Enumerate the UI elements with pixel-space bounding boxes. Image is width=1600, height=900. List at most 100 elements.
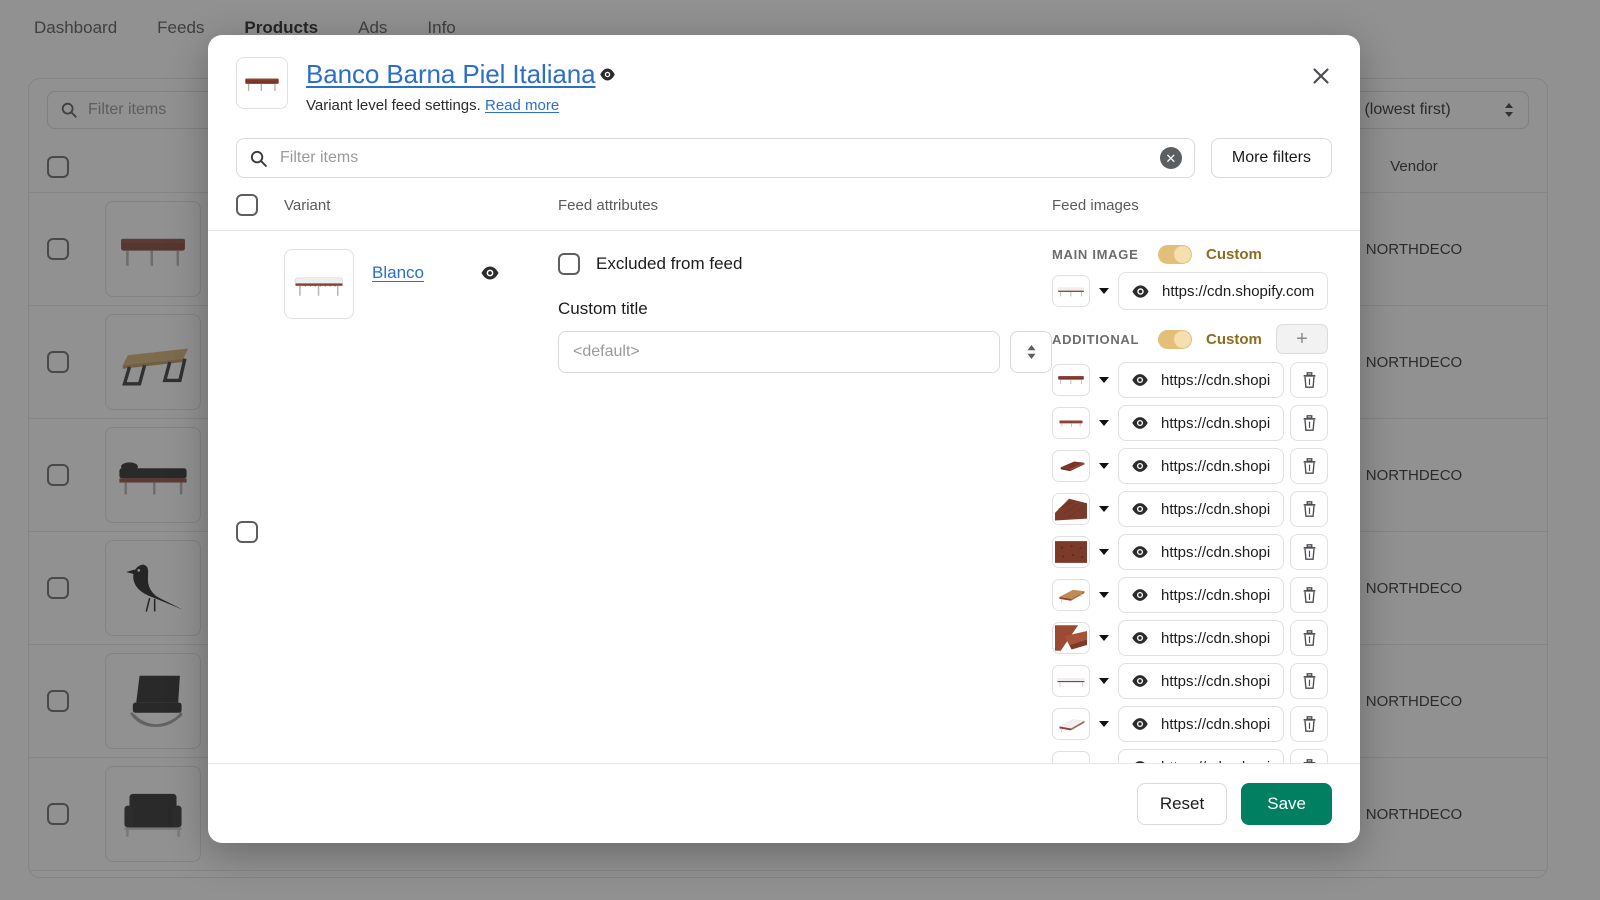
eye-icon[interactable] bbox=[1131, 715, 1149, 733]
delete-image-button[interactable] bbox=[1290, 491, 1328, 527]
additional-image-dropdown-caret[interactable] bbox=[1096, 419, 1112, 427]
main-image-custom-toggle[interactable] bbox=[1158, 245, 1192, 264]
chevron-down-icon bbox=[1099, 721, 1109, 727]
additional-image-dropdown-caret[interactable] bbox=[1096, 677, 1112, 685]
eye-icon[interactable] bbox=[1131, 758, 1149, 763]
additional-image-url-text: https://cdn.shopi bbox=[1161, 629, 1271, 647]
additional-image-dropdown-caret[interactable] bbox=[1096, 548, 1112, 556]
delete-image-button[interactable] bbox=[1290, 577, 1328, 613]
delete-image-button[interactable] bbox=[1290, 534, 1328, 570]
filter-items-input[interactable]: Filter items ✕ bbox=[236, 138, 1195, 178]
delete-image-button[interactable] bbox=[1290, 362, 1328, 398]
more-filters-button[interactable]: More filters bbox=[1210, 138, 1332, 178]
main-image-section-header: MAIN IMAGE Custom bbox=[1052, 245, 1328, 264]
delete-image-button[interactable] bbox=[1290, 448, 1328, 484]
chevron-down-icon bbox=[1099, 592, 1109, 598]
additional-image-thumbnail bbox=[1052, 407, 1090, 439]
additional-image-row: https://cdn.shopi bbox=[1052, 448, 1328, 484]
additional-image-row: https://cdn.shopi bbox=[1052, 534, 1328, 570]
eye-icon[interactable] bbox=[1131, 672, 1149, 690]
eye-icon[interactable] bbox=[1131, 586, 1149, 604]
add-image-button[interactable]: + bbox=[1276, 324, 1328, 354]
clear-filter-icon[interactable]: ✕ bbox=[1159, 147, 1182, 169]
additional-image-url-input[interactable]: https://cdn.shopi bbox=[1118, 491, 1284, 527]
main-image-url-input[interactable]: https://cdn.shopify.com bbox=[1118, 272, 1328, 310]
additional-image-url-text: https://cdn.shopi bbox=[1161, 414, 1271, 432]
additional-image-row: https://cdn.shopi bbox=[1052, 663, 1328, 699]
bench-white-angled-icon bbox=[1058, 719, 1085, 733]
trash-icon bbox=[1303, 372, 1315, 388]
excluded-from-feed-label: Excluded from feed bbox=[596, 254, 743, 273]
trash-icon bbox=[1303, 544, 1315, 560]
additional-image-url-input[interactable]: https://cdn.shopi bbox=[1118, 706, 1284, 742]
delete-image-button[interactable] bbox=[1290, 749, 1328, 763]
delete-image-button[interactable] bbox=[1290, 663, 1328, 699]
additional-image-thumbnail bbox=[1052, 536, 1090, 568]
eye-icon[interactable] bbox=[1131, 629, 1149, 647]
additional-image-row: https://cdn.shopi bbox=[1052, 577, 1328, 613]
additional-image-dropdown-caret[interactable] bbox=[1096, 462, 1112, 470]
variant-cell: Blanco bbox=[284, 231, 558, 763]
additional-image-row: https://cdn.shopi bbox=[1052, 749, 1328, 763]
main-image-toggle-label: Custom bbox=[1206, 246, 1262, 263]
additional-image-url-input[interactable]: https://cdn.shopi bbox=[1118, 405, 1284, 441]
additional-image-url-text: https://cdn.shopi bbox=[1161, 672, 1271, 690]
feed-images-cell[interactable]: MAIN IMAGE Custom https://cdn.shopify.co… bbox=[1052, 231, 1332, 763]
main-image-dropdown-caret[interactable] bbox=[1096, 287, 1112, 295]
delete-image-button[interactable] bbox=[1290, 405, 1328, 441]
variant-row-checkbox[interactable] bbox=[236, 521, 258, 543]
additional-image-url-input[interactable]: https://cdn.shopi bbox=[1118, 362, 1284, 398]
additional-image-row: https://cdn.shopi bbox=[1052, 405, 1328, 441]
additional-images-section-header: ADDITIONAL Custom + bbox=[1052, 324, 1328, 354]
additional-image-url-text: https://cdn.shopi bbox=[1161, 715, 1271, 733]
eye-icon[interactable] bbox=[1131, 543, 1149, 561]
variant-preview-eye-icon[interactable] bbox=[480, 249, 500, 288]
select-all-checkbox[interactable] bbox=[236, 194, 258, 216]
eye-icon[interactable] bbox=[1131, 457, 1149, 475]
reset-button[interactable]: Reset bbox=[1136, 782, 1228, 825]
delete-image-button[interactable] bbox=[1290, 706, 1328, 742]
additional-image-dropdown-caret[interactable] bbox=[1096, 376, 1112, 384]
additional-image-url-input[interactable]: https://cdn.shopi bbox=[1118, 663, 1284, 699]
save-button[interactable]: Save bbox=[1241, 782, 1332, 825]
variant-row-check-cell bbox=[236, 231, 284, 763]
variant-name-link[interactable]: Blanco bbox=[372, 249, 424, 283]
additional-image-url-input[interactable]: https://cdn.shopi bbox=[1118, 534, 1284, 570]
custom-title-input[interactable]: <default> bbox=[558, 331, 1000, 373]
search-icon bbox=[250, 150, 267, 167]
close-button[interactable] bbox=[1304, 59, 1338, 93]
eye-icon[interactable] bbox=[1131, 371, 1149, 389]
column-header-variant: Variant bbox=[284, 196, 331, 214]
read-more-link[interactable]: Read more bbox=[485, 97, 559, 114]
additional-image-dropdown-caret[interactable] bbox=[1096, 634, 1112, 642]
trash-icon bbox=[1303, 716, 1315, 732]
additional-image-url-text: https://cdn.shopi bbox=[1161, 543, 1271, 561]
chevron-down-icon bbox=[1099, 635, 1109, 641]
additional-image-url-input[interactable]: https://cdn.shopi bbox=[1118, 577, 1284, 613]
chevron-down-icon bbox=[1099, 506, 1109, 512]
leather-tufted-icon bbox=[1055, 541, 1087, 563]
additional-image-dropdown-caret[interactable] bbox=[1096, 505, 1112, 513]
chevron-down-icon bbox=[1099, 463, 1109, 469]
bench-white-icon bbox=[295, 277, 343, 296]
eye-icon[interactable] bbox=[1131, 414, 1149, 432]
additional-images-custom-toggle[interactable] bbox=[1158, 329, 1192, 349]
additional-image-url-input[interactable]: https://cdn.shopi bbox=[1118, 620, 1284, 656]
excluded-from-feed-checkbox[interactable] bbox=[558, 253, 580, 275]
additional-image-dropdown-caret[interactable] bbox=[1096, 591, 1112, 599]
custom-title-select-stepper[interactable] bbox=[1010, 331, 1052, 373]
delete-image-button[interactable] bbox=[1290, 620, 1328, 656]
bench-light-angled-icon bbox=[1059, 589, 1085, 603]
page-title[interactable]: Banco Barna Piel Italiana bbox=[306, 59, 596, 90]
eye-icon[interactable] bbox=[1131, 282, 1150, 301]
chevron-down-icon bbox=[1099, 288, 1109, 294]
eye-icon[interactable] bbox=[1131, 500, 1149, 518]
preview-eye-icon[interactable] bbox=[599, 66, 616, 83]
bench-white-icon bbox=[1058, 287, 1084, 297]
additional-image-thumbnail bbox=[1052, 751, 1090, 763]
additional-image-url-input[interactable]: https://cdn.shopi bbox=[1118, 448, 1284, 484]
additional-image-url-input[interactable]: https://cdn.shopi bbox=[1118, 749, 1284, 763]
additional-image-dropdown-caret[interactable] bbox=[1096, 720, 1112, 728]
additional-image-thumbnail bbox=[1052, 364, 1090, 396]
select-all-cell bbox=[236, 194, 284, 216]
